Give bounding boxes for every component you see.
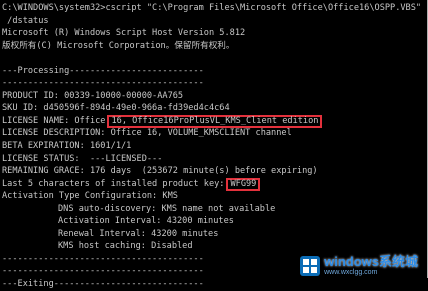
watermark-text: windows系统城 www.wxclgg.com — [324, 255, 418, 276]
processing-header: ---Processing-------------------------- — [2, 65, 204, 76]
activation-type-line: Activation Type Configuration: KMS — [2, 191, 178, 202]
exiting-line: ---Exiting----------------------------- — [2, 279, 204, 290]
remaining-grace-line: REMAINING GRACE: 176 days (253672 minute… — [2, 166, 318, 177]
last5-key-label: Last 5 characters of installed product k… — [2, 178, 225, 189]
license-name-highlight: 16, Office16ProPlusVL_KMS_Client edition — [107, 114, 323, 128]
watermark: windows系统城 www.wxclgg.com — [300, 255, 418, 276]
script-host-version: Microsoft (R) Windows Script Host Versio… — [2, 28, 246, 39]
license-status-line: LICENSE STATUS: ---LICENSED--- — [2, 153, 163, 164]
license-name-line: LICENSE NAME: Office 16, Office16ProPlusV… — [2, 114, 428, 128]
beta-expiration-line: BETA EXPIRATION: 1601/1/1 — [2, 141, 132, 152]
command-arg-line: /dstatus — [2, 15, 49, 26]
windows-logo-icon — [300, 255, 321, 276]
copyright-line: 版权所有(C) Microsoft Corporation。保留所有权利。 — [2, 40, 235, 51]
activation-interval-line: Activation Interval: 43200 minutes — [58, 216, 234, 227]
console-window[interactable]: C:\WINDOWS\system32>cscript "C:\Program … — [0, 0, 428, 289]
renewal-interval-line: Renewal Interval: 43200 minutes — [58, 228, 219, 239]
last5-key-highlight: WFG99 — [226, 177, 261, 191]
license-description-line: LICENSE DESCRIPTION: Office 16, VOLUME_K… — [2, 128, 292, 139]
dns-auto-discovery-line: DNS auto-discovery: KMS name not availab… — [58, 203, 276, 214]
sku-id-line: SKU ID: d450596f-894d-49e0-966a-fd39ed4c… — [2, 103, 230, 114]
watermark-url: www.wxclgg.com — [324, 269, 378, 276]
separator-line: --------------------------------------- — [2, 78, 204, 89]
last5-key-line: Last 5 characters of installed product k… — [2, 177, 428, 191]
kms-host-caching-line: KMS host caching: Disabled — [58, 241, 193, 252]
product-id-line: PRODUCT ID: 00339-10000-00000-AA765 — [2, 90, 184, 101]
license-name-label: LICENSE NAME: Office — [2, 115, 106, 126]
watermark-brand: windows系统城 — [324, 254, 418, 269]
command-line: C:\WINDOWS\system32>cscript "C:\Program … — [2, 3, 422, 13]
